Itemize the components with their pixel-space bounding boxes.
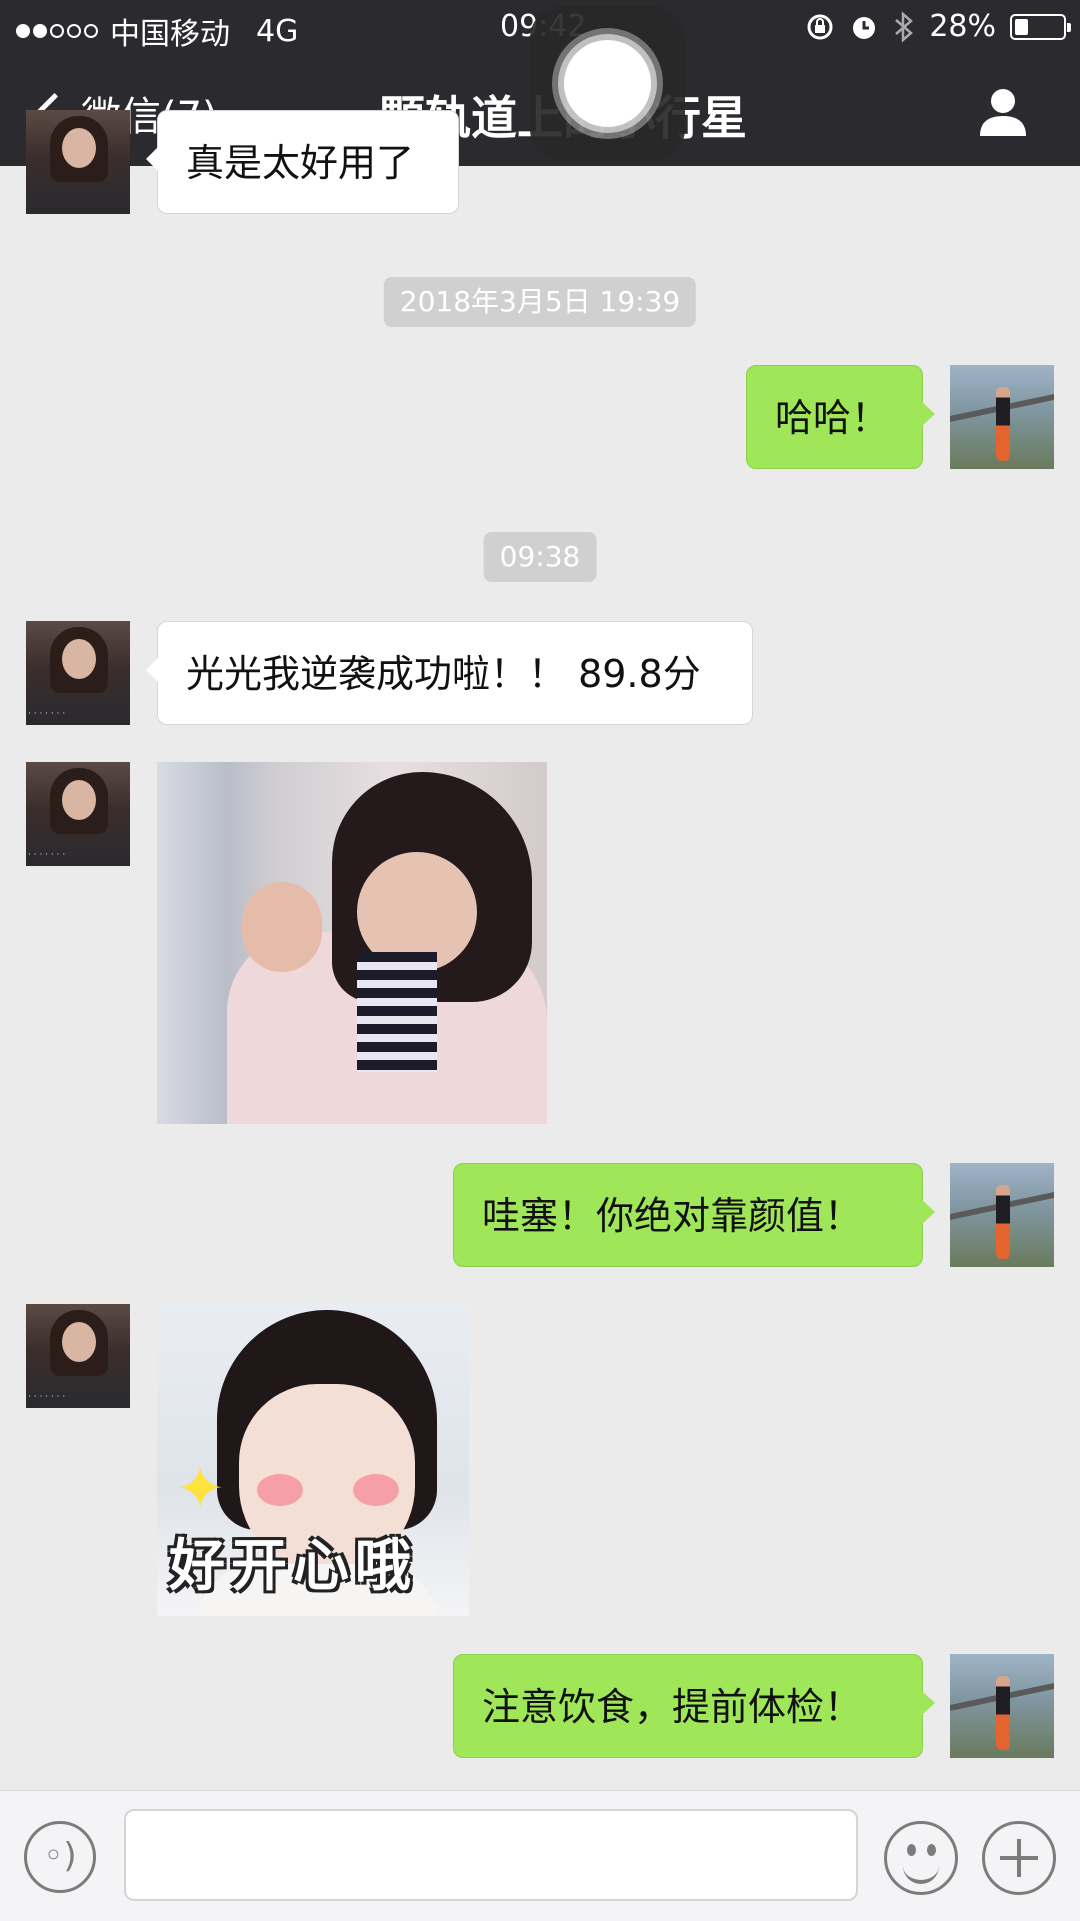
assistive-touch-button[interactable] xyxy=(530,6,685,161)
rotation-lock-icon xyxy=(807,14,833,39)
battery-percentage: 28% xyxy=(929,9,996,44)
message-timestamp: 2018年3月5日 19:39 xyxy=(383,277,697,327)
sticker-image[interactable]: ✦ 好开心哦 xyxy=(157,1304,469,1616)
contact-profile-icon[interactable] xyxy=(976,86,1030,138)
network-type: 4G xyxy=(256,13,299,49)
sparkle-icon: ✦ xyxy=(175,1454,226,1524)
carrier-name: 中国移动 xyxy=(110,17,230,52)
sticker-caption: 好开心哦 xyxy=(169,1534,417,1599)
message-text: 注意饮食，提前体检！ xyxy=(482,1685,863,1729)
my-avatar[interactable] xyxy=(950,1654,1054,1758)
my-avatar[interactable] xyxy=(950,1163,1054,1267)
sent-message-bubble[interactable]: 哈哈！ xyxy=(746,365,935,469)
bluetooth-icon xyxy=(895,10,914,43)
received-message-bubble[interactable]: 光光我逆袭成功啦！！ 89.8分 xyxy=(146,621,753,725)
message-text: 哈哈！ xyxy=(775,396,890,440)
signal-strength-icon xyxy=(16,24,98,38)
emoji-button[interactable] xyxy=(884,1821,958,1895)
battery-icon xyxy=(1010,13,1071,40)
friend-avatar[interactable]: · · · · · · · xyxy=(26,621,130,725)
message-text: 光光我逆袭成功啦！！ 89.8分 xyxy=(186,652,701,696)
more-options-button[interactable] xyxy=(982,1821,1056,1895)
smiley-icon xyxy=(907,1844,916,1856)
my-avatar[interactable] xyxy=(950,365,1054,469)
sticker-image[interactable] xyxy=(157,762,547,1124)
sent-message-bubble[interactable]: 注意饮食，提前体检！ xyxy=(453,1654,935,1758)
friend-avatar[interactable]: · · · · · · · xyxy=(26,762,130,866)
alarm-icon xyxy=(853,16,876,39)
message-text: 真是太好用了 xyxy=(186,141,415,185)
voice-icon: ◦) xyxy=(43,1836,77,1876)
message-text: 哇塞！你绝对靠颜值！ xyxy=(482,1194,863,1238)
input-bar: ◦) xyxy=(0,1790,1080,1921)
friend-avatar[interactable]: · · · · · · · xyxy=(26,1304,130,1408)
message-input[interactable] xyxy=(124,1809,858,1901)
message-timestamp: 09:38 xyxy=(483,532,597,582)
friend-avatar[interactable] xyxy=(26,110,130,214)
voice-input-button[interactable]: ◦) xyxy=(24,1821,96,1893)
sent-message-bubble[interactable]: 哇塞！你绝对靠颜值！ xyxy=(453,1163,935,1267)
received-message-bubble[interactable]: 真是太好用了 xyxy=(146,110,459,214)
